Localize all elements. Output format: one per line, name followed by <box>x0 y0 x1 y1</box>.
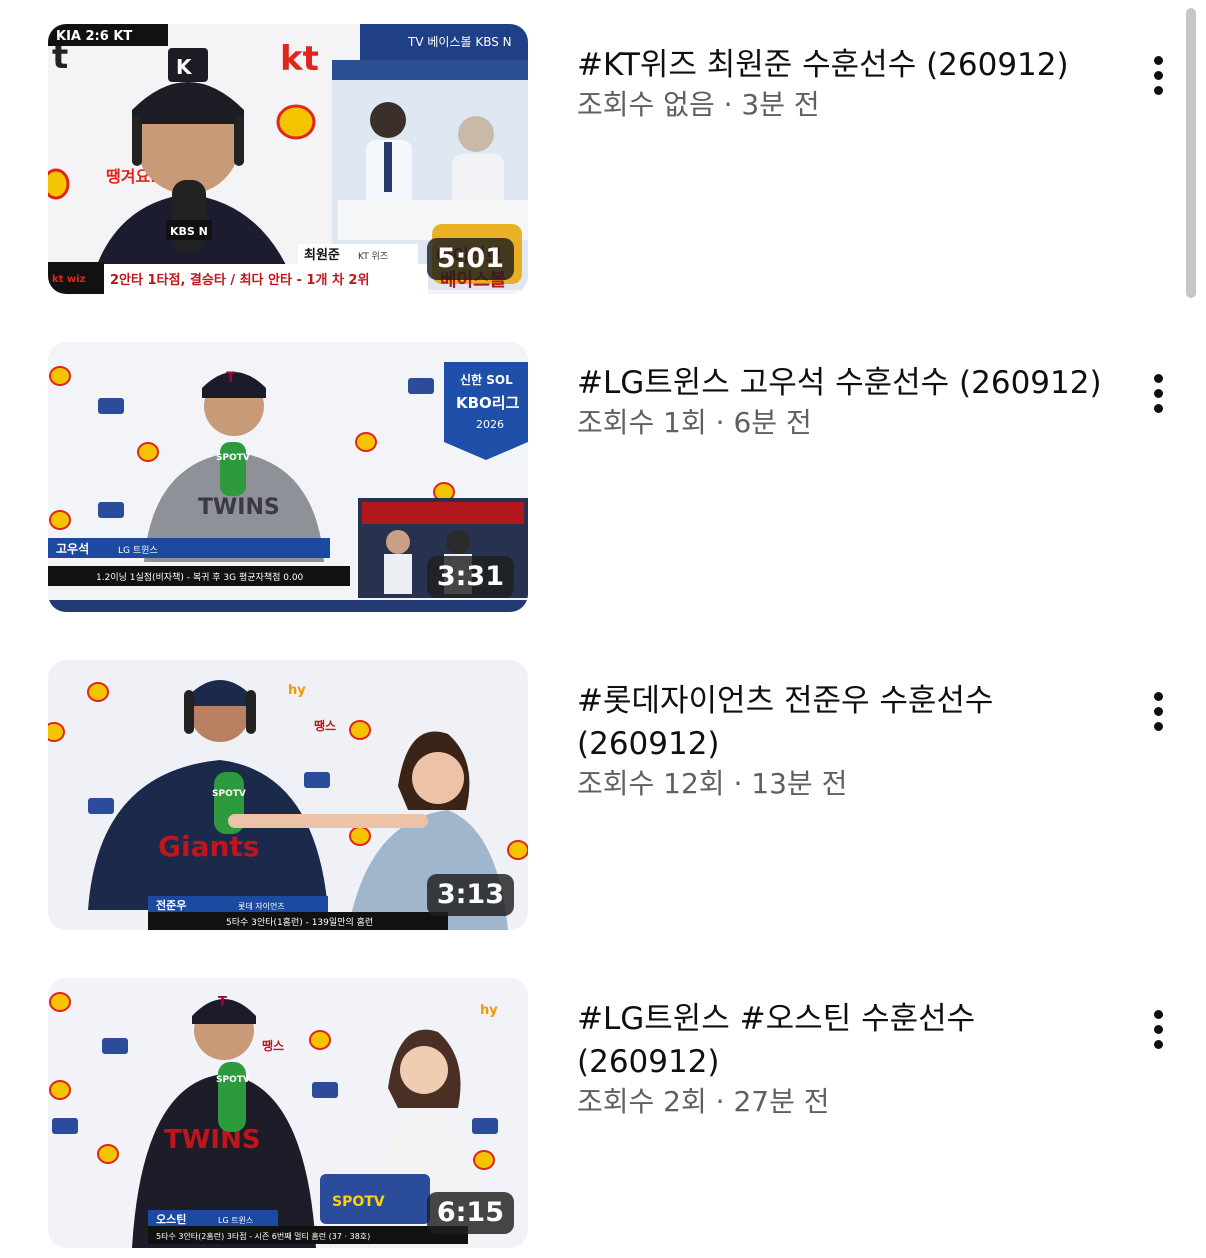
video-stats: 조회수 2회 · 27분 전 <box>577 1084 1117 1120</box>
svg-text:TWINS: TWINS <box>198 495 280 520</box>
svg-text:T: T <box>226 370 236 386</box>
player-name-text: 고우석 <box>56 542 89 556</box>
kt-logo-text: kt <box>280 39 319 79</box>
upload-age: 13분 전 <box>751 767 848 800</box>
upload-age: 3분 전 <box>741 88 820 121</box>
more-vert-icon[interactable] <box>1136 368 1180 418</box>
video-title[interactable]: #롯데자이언츠 전준우 수훈선수 (260912) <box>577 680 1117 766</box>
mic-label: SPOTV <box>216 453 250 463</box>
duration-badge: 6:15 <box>426 1192 514 1234</box>
video-item[interactable]: hy 땡스 T TWINS SPOTV SPOTV 오스틴 LG 트윈스 5타수… <box>0 978 1206 1250</box>
separator: · <box>723 88 733 121</box>
duration-badge: 5:01 <box>426 238 514 280</box>
svg-text:SPOTV: SPOTV <box>332 1194 385 1210</box>
video-stats: 조회수 12회 · 13분 전 <box>577 766 1117 802</box>
svg-text:땡스: 땡스 <box>262 1038 284 1053</box>
video-stats: 조회수 1회 · 6분 전 <box>577 405 1117 441</box>
video-list-page: t kt 땡겨요. TV 베이스볼 KBS N 아이러브 베이스볼 <box>0 0 1206 1258</box>
video-thumbnail[interactable]: hy 땡스 Giants SPOTV 전준우 롯데 자이언츠 5타수 3안타(1… <box>48 660 528 930</box>
caption-text: 5타수 3안타(1홈런) - 139일만의 홈런 <box>226 916 373 928</box>
badge-main-text: KBO리그 <box>456 394 520 412</box>
mic-label: SPOTV <box>212 789 246 799</box>
svg-text:hy: hy <box>480 1003 498 1018</box>
caption-text: 5타수 3안타(2홈런) 3타점 - 시즌 6번째 멀티 홈런 (37 · 38… <box>156 1231 370 1241</box>
team-text: LG 트윈스 <box>118 545 158 556</box>
duration-badge: 3:13 <box>426 874 514 916</box>
player-name-text: 최원준 <box>304 248 340 263</box>
jersey-text: TWINS <box>164 1125 261 1155</box>
upload-age: 6분 전 <box>733 406 812 439</box>
video-meta: #롯데자이언츠 전준우 수훈선수 (260912) 조회수 12회 · 13분 … <box>577 680 1117 802</box>
svg-text:K: K <box>176 55 193 79</box>
badge-year-text: 2026 <box>476 418 504 431</box>
video-title[interactable]: #LG트윈스 #오스틴 수훈선수 (260912) <box>577 998 1117 1084</box>
badge-top-text: 신한 SOL <box>460 372 513 387</box>
view-count: 조회수 1회 <box>577 406 707 439</box>
video-thumbnail[interactable]: hy 땡스 T TWINS SPOTV SPOTV 오스틴 LG 트윈스 5타수… <box>48 978 528 1248</box>
svg-text:TV 베이스볼 KBS N: TV 베이스볼 KBS N <box>407 35 512 49</box>
team-text: 롯데 자이언츠 <box>238 901 285 911</box>
scrollbar[interactable] <box>1186 8 1196 298</box>
caption-text: 2안타 1타점, 결승타 / 최다 안타 - 1개 차 2위 <box>110 272 369 288</box>
jersey-text: Giants <box>158 830 259 863</box>
video-title[interactable]: #KT위즈 최원준 수훈선수 (260912) <box>577 44 1117 87</box>
video-thumbnail[interactable]: 신한 SOL KBO리그 2026 T TWINS SPOTV 고우석 LG 트… <box>48 342 528 612</box>
video-item[interactable]: 신한 SOL KBO리그 2026 T TWINS SPOTV 고우석 LG 트… <box>0 342 1206 614</box>
video-meta: #LG트윈스 #오스틴 수훈선수 (260912) 조회수 2회 · 27분 전 <box>577 998 1117 1120</box>
upload-age: 27분 전 <box>733 1085 830 1118</box>
video-thumbnail[interactable]: t kt 땡겨요. TV 베이스볼 KBS N 아이러브 베이스볼 <box>48 24 528 294</box>
team-text: LG 트윈스 <box>218 1216 253 1225</box>
separator: · <box>733 767 743 800</box>
more-vert-icon[interactable] <box>1136 50 1180 100</box>
player-name-text: 전준우 <box>156 898 186 912</box>
video-meta: #KT위즈 최원준 수훈선수 (260912) 조회수 없음 · 3분 전 <box>577 44 1117 123</box>
video-item[interactable]: hy 땡스 Giants SPOTV 전준우 롯데 자이언츠 5타수 3안타(1… <box>0 660 1206 932</box>
mic-label: KBS N <box>170 225 208 238</box>
view-count: 조회수 12회 <box>577 767 725 800</box>
more-vert-icon[interactable] <box>1136 686 1180 736</box>
video-title[interactable]: #LG트윈스 고우석 수훈선수 (260912) <box>577 362 1117 405</box>
video-meta: #LG트윈스 고우석 수훈선수 (260912) 조회수 1회 · 6분 전 <box>577 362 1117 441</box>
video-item[interactable]: t kt 땡겨요. TV 베이스볼 KBS N 아이러브 베이스볼 <box>0 24 1206 296</box>
view-count: 조회수 없음 <box>577 88 715 121</box>
svg-text:땡스: 땡스 <box>314 718 336 733</box>
team-text: KT 위즈 <box>358 251 388 262</box>
mic-label: SPOTV <box>216 1075 250 1085</box>
caption-text: 1.2이닝 1실점(비자책) - 복귀 후 3G 평균자책점 0.00 <box>96 571 304 583</box>
kt-wiz-logo: kt wiz <box>52 274 86 285</box>
player-name-text: 오스틴 <box>156 1212 186 1226</box>
video-stats: 조회수 없음 · 3분 전 <box>577 87 1117 123</box>
svg-text:hy: hy <box>288 683 306 698</box>
view-count: 조회수 2회 <box>577 1085 707 1118</box>
duration-badge: 3:31 <box>426 556 514 598</box>
separator: · <box>715 406 725 439</box>
separator: · <box>715 1085 725 1118</box>
score-text: KIA 2:6 KT <box>56 29 132 44</box>
svg-text:T: T <box>218 995 227 1010</box>
more-vert-icon[interactable] <box>1136 1004 1180 1054</box>
